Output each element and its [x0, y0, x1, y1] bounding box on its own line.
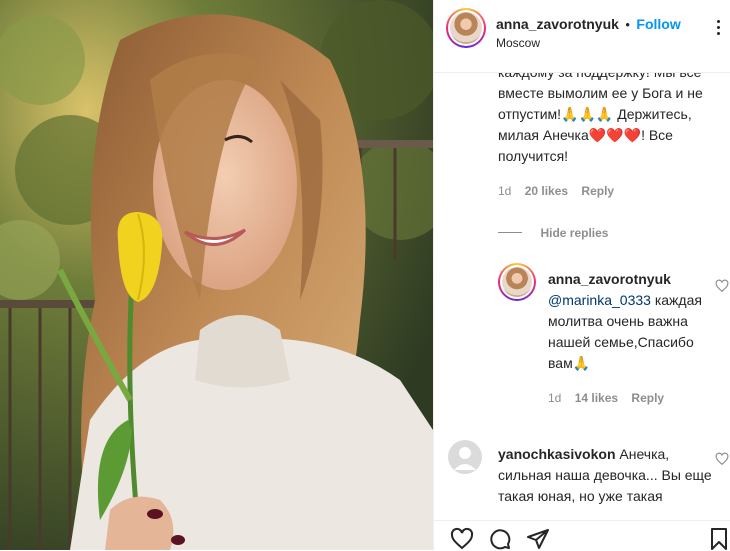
default-avatar-icon [454, 447, 476, 470]
reply-first-line: @marinka_0333 каждая [548, 290, 716, 311]
separator-dot: • [625, 17, 630, 32]
reply-body: anna_zavorotnyuk @marinka_0333 каждая мо… [548, 269, 716, 374]
next-comment-first-line: yanochkasivokon Анечка, [498, 444, 716, 465]
post-action-bar [434, 520, 730, 551]
comment-line: вместе вымолим ее у Бога и не [498, 85, 703, 101]
comments-panel: anna_zavorotnyuk • Follow Moscow каждому… [433, 0, 730, 551]
reply-line: вам🙏 [548, 355, 591, 371]
heart-icon[interactable] [715, 452, 729, 466]
next-comment-text: Анечка, [615, 446, 670, 462]
reply-button[interactable]: Reply [581, 184, 614, 198]
bookmark-icon[interactable] [709, 527, 729, 551]
hide-replies-toggle[interactable]: Hide replies [498, 224, 608, 242]
reply-username: anna_zavorotnyuk [548, 269, 716, 290]
commenter-avatar[interactable] [448, 440, 482, 474]
reply-author-avatar[interactable] [498, 263, 536, 301]
next-comment-line: сильная наша девочка... Вы еще [498, 467, 712, 483]
reply-line: нашей семье,Спасибо [548, 334, 694, 350]
reply-time[interactable]: 1d [548, 391, 561, 405]
hide-replies-label[interactable]: Hide replies [540, 226, 608, 240]
post-photo [0, 0, 433, 550]
share-icon[interactable] [526, 527, 550, 551]
reply-author-username[interactable]: anna_zavorotnyuk [548, 271, 671, 287]
author-username[interactable]: anna_zavorotnyuk [496, 16, 619, 32]
post-location[interactable]: Moscow [496, 36, 540, 50]
heart-icon[interactable] [715, 279, 729, 293]
reply-meta: 1d 14 likes Reply [548, 391, 664, 405]
reply-text: каждая [650, 292, 702, 308]
commenter-username[interactable]: yanochkasivokon [498, 446, 616, 462]
comment-body-top: каждому за поддержку! Мы все вместе вымо… [498, 62, 718, 167]
reply-likes[interactable]: 14 likes [575, 391, 618, 405]
reply-line: молитва очень важна [548, 313, 688, 329]
author-avatar[interactable] [446, 8, 486, 48]
comment-time[interactable]: 1d [498, 184, 511, 198]
comment-meta-top: 1d 20 likes Reply [498, 184, 614, 198]
heart-icon[interactable] [450, 527, 474, 551]
follow-button[interactable]: Follow [636, 16, 680, 32]
reply-reply-button[interactable]: Reply [631, 391, 664, 405]
comment-line: милая Анечка❤️❤️❤️! Все [498, 127, 673, 143]
post-header: anna_zavorotnyuk • Follow Moscow [434, 0, 730, 73]
next-comment-line: такая юная, но уже такая [498, 488, 663, 504]
comment-icon[interactable] [488, 527, 512, 551]
comment-line: отпустим!🙏🙏🙏 Держитесь, [498, 106, 692, 122]
next-comment-body: yanochkasivokon Анечка, сильная наша дев… [498, 444, 716, 507]
mention-link[interactable]: @marinka_0333 [548, 292, 651, 308]
hide-replies-line [498, 232, 522, 234]
comment-likes[interactable]: 20 likes [525, 184, 568, 198]
comment-line: получится! [498, 148, 569, 164]
photo-illustration [0, 0, 433, 550]
more-options-icon[interactable] [717, 20, 721, 38]
